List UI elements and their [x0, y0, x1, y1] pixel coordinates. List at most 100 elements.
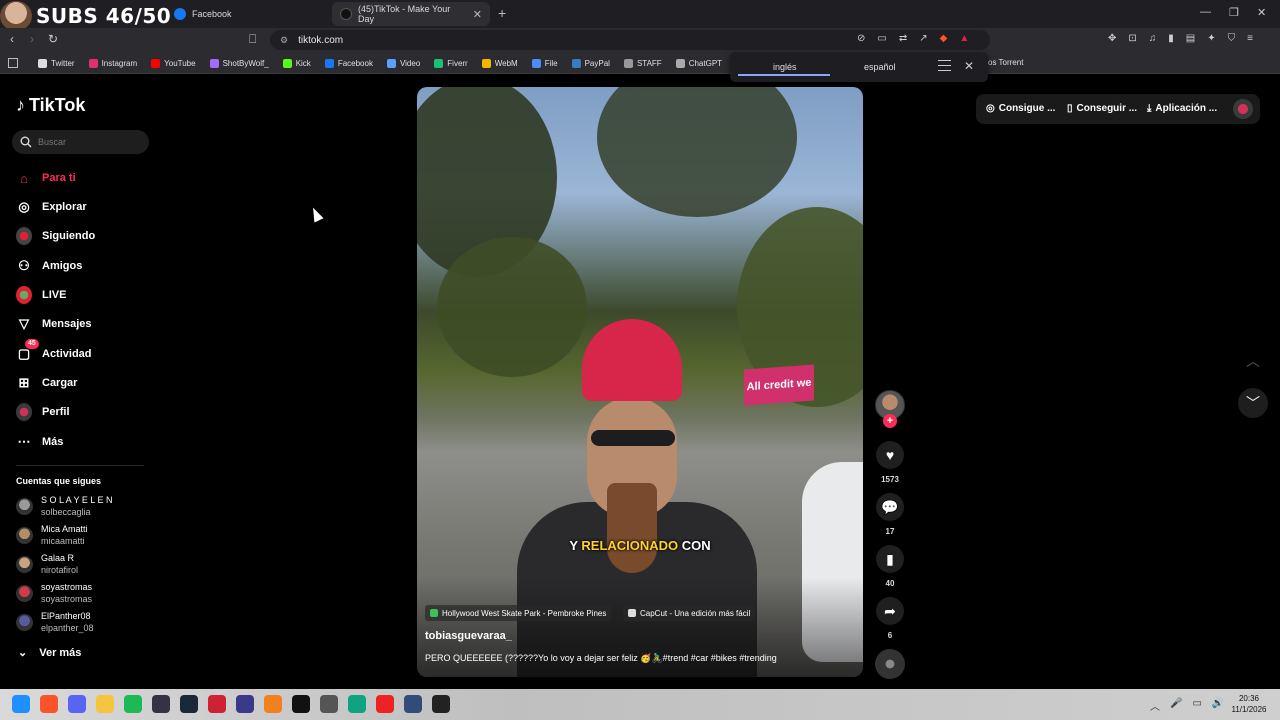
brave-browser-icon[interactable]: [40, 695, 58, 713]
system-clock[interactable]: 20:36 11/1/2026: [1226, 693, 1272, 715]
bookmark-item[interactable]: Fiverr: [434, 58, 468, 68]
app-icon[interactable]: [208, 695, 226, 713]
translate-options-icon[interactable]: [938, 60, 951, 71]
bookmark-item[interactable]: File: [531, 58, 558, 68]
get-coins-button[interactable]: ◎ Consigue ...: [986, 103, 1055, 114]
music-icon[interactable]: ♫: [1149, 33, 1157, 44]
app-icon[interactable]: [264, 695, 282, 713]
vpn-icon[interactable]: ⛉: [1228, 33, 1236, 44]
tray-overflow-icon[interactable]: ︿: [1150, 698, 1160, 713]
following-account[interactable]: Mica Amatti micaamatti: [16, 522, 88, 548]
bookmark-item[interactable]: os Torrent: [988, 58, 1023, 67]
video-username[interactable]: tobiasguevaraa_: [425, 630, 512, 642]
following-account[interactable]: S O L A Y E L E N solbeccaglia: [16, 493, 113, 519]
desktop-app-button[interactable]: ⤓ Aplicación ...: [1147, 103, 1217, 114]
source-language-tab[interactable]: inglés: [773, 62, 797, 72]
following-account[interactable]: ElPanther08 elpanther_08: [16, 609, 94, 635]
share-action[interactable]: ➦ 6: [875, 597, 905, 640]
user-avatar[interactable]: [1233, 99, 1253, 119]
tab-facebook[interactable]: Facebook: [166, 2, 330, 26]
steam-icon[interactable]: [180, 695, 198, 713]
chatgpt-icon[interactable]: [348, 695, 366, 713]
sidebar-item-home[interactable]: ⌂ Para ti: [16, 168, 76, 188]
back-icon[interactable]: ‹: [10, 32, 14, 46]
follow-button[interactable]: +: [883, 414, 897, 428]
screenshot-icon[interactable]: ⊡: [1128, 33, 1136, 44]
brave-shields-icon[interactable]: ◆: [940, 33, 948, 44]
bookmark-item[interactable]: WebM: [481, 58, 518, 68]
share-icon[interactable]: ↗: [919, 33, 927, 44]
bookmark-item[interactable]: PayPal: [571, 58, 610, 68]
sidebar-item-send[interactable]: ▽ Mensajes: [16, 314, 92, 334]
bookmark-save-icon[interactable]: ▮: [876, 545, 904, 573]
wallet-icon[interactable]: ▤: [1186, 33, 1195, 44]
sidebar-item-following-avatar[interactable]: Siguiendo: [16, 226, 95, 246]
bookmark-item[interactable]: Facebook: [324, 58, 373, 68]
brave-rewards-icon[interactable]: ▲: [959, 33, 969, 44]
share-arrow-icon[interactable]: ➦: [876, 597, 904, 625]
spotify-icon[interactable]: [124, 695, 142, 713]
reload-icon[interactable]: ↻: [48, 32, 58, 46]
bookmark-item[interactable]: Twitter: [38, 58, 75, 68]
network-icon[interactable]: ▭: [1192, 698, 1201, 713]
see-more-button[interactable]: ⌄ Ver más: [18, 646, 81, 660]
bookmark-item[interactable]: ShotByWolf_: [209, 58, 269, 68]
bookmark-item[interactable]: Instagram: [88, 58, 137, 68]
heart-icon[interactable]: ♥: [876, 441, 904, 469]
volume-icon[interactable]: 🔊: [1212, 698, 1224, 713]
app-icon[interactable]: [320, 695, 338, 713]
bookmark-item[interactable]: STAFF: [623, 58, 662, 68]
bookmark-item[interactable]: YouTube: [151, 58, 196, 68]
effect-chip[interactable]: CapCut - Una edición más fácil: [623, 605, 756, 621]
extensions-icon[interactable]: ✥: [1108, 33, 1116, 44]
sidebar-item-friends[interactable]: ⚇ Amigos: [16, 256, 82, 276]
site-info-icon[interactable]: ⚙: [280, 35, 288, 46]
menu-icon[interactable]: ≡: [1247, 33, 1253, 44]
leo-ai-icon[interactable]: ✦: [1207, 33, 1215, 44]
sidebar-item-compass[interactable]: ◎ Explorar: [16, 197, 86, 217]
bookmark-item[interactable]: Kick: [282, 58, 311, 68]
sidebar-item-ellipsis[interactable]: ⋯ Más: [16, 432, 64, 452]
discord-icon[interactable]: [68, 695, 86, 713]
sidebar-item-inbox[interactable]: ▢ 45 Actividad: [16, 339, 92, 364]
close-window-button[interactable]: ✕: [1257, 6, 1266, 19]
terminal-icon[interactable]: [152, 695, 170, 713]
next-video-button[interactable]: ﹀: [1238, 388, 1268, 418]
following-account[interactable]: Galaa R nirotafirol: [16, 551, 78, 577]
tiktok-logo[interactable]: ♪ TikTok: [16, 95, 85, 116]
cast-icon[interactable]: ▭: [877, 33, 886, 44]
bookmark-icon[interactable]: ⎕: [249, 32, 256, 47]
music-disc-icon[interactable]: [875, 649, 905, 679]
windows-start-icon[interactable]: [12, 695, 30, 713]
save-action[interactable]: ▮ 40: [875, 545, 905, 588]
tab-tiktok[interactable]: (45)TikTok - Make Your Day ✕: [332, 2, 490, 26]
close-tab-icon[interactable]: ✕: [473, 8, 482, 21]
comment-action[interactable]: 💬 17: [875, 493, 905, 536]
search-box[interactable]: [12, 130, 149, 154]
sidebar-item-live-avatar[interactable]: LIVE: [16, 285, 66, 305]
target-language-tab[interactable]: español: [864, 62, 896, 72]
following-account[interactable]: soyastromas soyastromas: [16, 580, 92, 606]
app-icon[interactable]: [404, 695, 422, 713]
restore-button[interactable]: ❐: [1229, 6, 1239, 19]
sidebar-icon[interactable]: ▮: [1168, 33, 1174, 44]
media-player-icon[interactable]: [376, 695, 394, 713]
capcut-app-icon[interactable]: [292, 695, 310, 713]
translate-icon[interactable]: ⇄: [899, 33, 907, 44]
translate-close-icon[interactable]: ✕: [964, 59, 974, 73]
previous-video-button[interactable]: ︿: [1238, 346, 1268, 376]
apps-grid-icon[interactable]: [8, 58, 18, 68]
bookmark-item[interactable]: Video: [386, 58, 420, 68]
file-explorer-icon[interactable]: [96, 695, 114, 713]
like-action[interactable]: ♥ 1573: [875, 441, 905, 484]
forward-icon[interactable]: ›: [30, 32, 34, 46]
video-player[interactable]: All credit we Y RELACIONADO CON Hollywoo…: [417, 87, 863, 677]
search-input[interactable]: [38, 137, 138, 147]
microphone-icon[interactable]: 🎤: [1170, 698, 1182, 713]
get-app-button[interactable]: ▯ Conseguir ...: [1067, 103, 1137, 114]
new-tab-button[interactable]: +: [498, 5, 506, 21]
sidebar-item-plus-square[interactable]: ⊞ Cargar: [16, 373, 78, 393]
bookmark-item[interactable]: ChatGPT: [675, 58, 722, 68]
no-media-icon[interactable]: ⊘: [857, 33, 865, 44]
location-chip[interactable]: Hollywood West Skate Park - Pembroke Pin…: [425, 605, 612, 621]
